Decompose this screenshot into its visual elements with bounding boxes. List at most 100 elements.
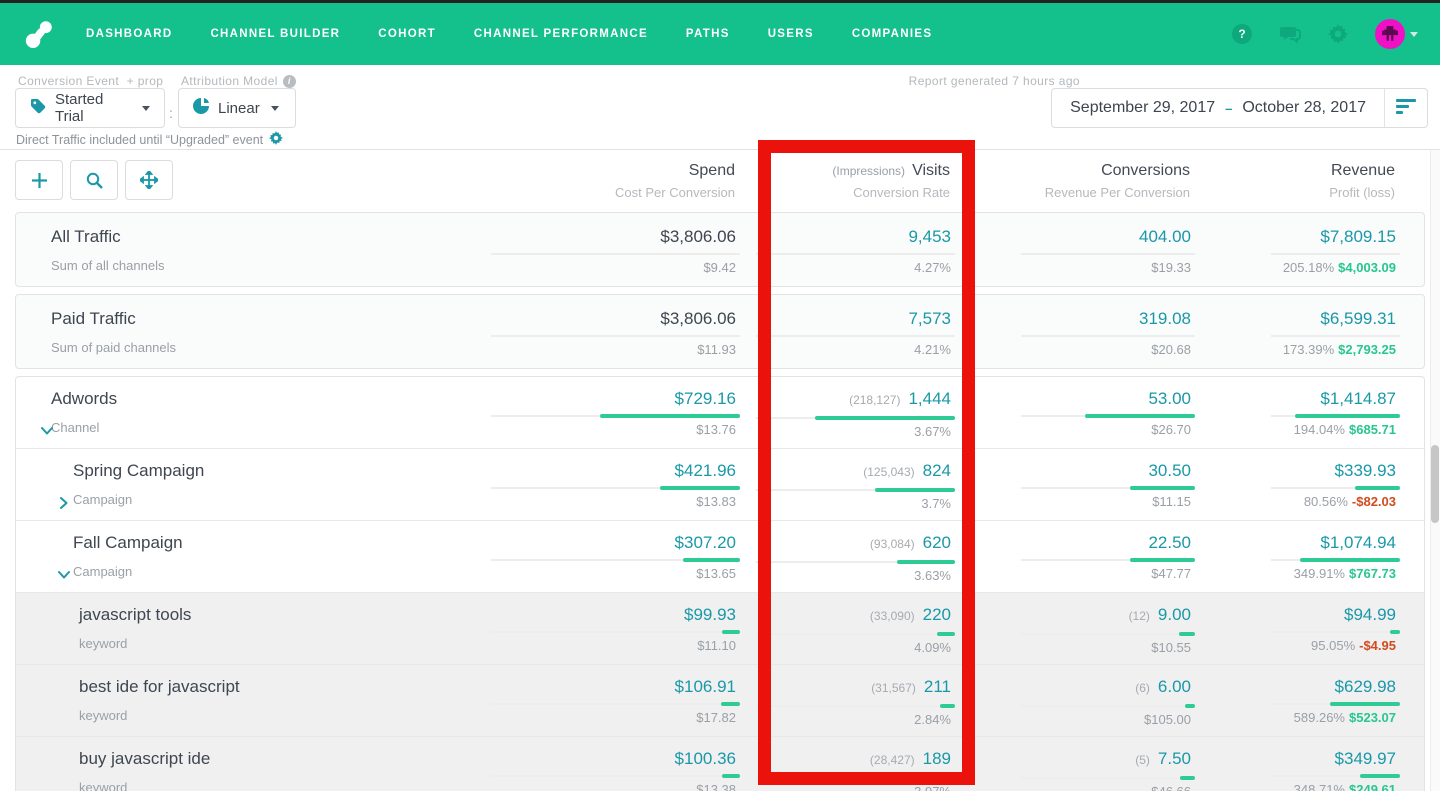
revenue-value-link[interactable]: $349.97 [1335,749,1396,768]
visits-mini-bar [897,560,955,564]
row-subtitle: Sum of paid channels [51,340,436,355]
row-subtitle: keyword [79,636,436,651]
conversions-value-link[interactable]: 22.50 [1148,533,1191,552]
row-title: All Traffic [51,226,436,247]
spend-value-link[interactable]: $729.16 [675,389,736,408]
row-title: best ide for javascript [79,676,436,697]
table-row: best ide for javascriptkeyword$106.91$17… [16,664,1424,736]
visits-cell: (33,090)2204.09% [736,604,951,655]
cell-divider [1021,559,1195,561]
revenue-mini-bar [1360,774,1400,778]
add-channel-button[interactable] [15,160,63,200]
revenue-value-link[interactable]: $629.98 [1335,677,1396,696]
column-header-conversions: Conversions Revenue Per Conversion [950,162,1190,200]
conversions-value-link[interactable]: 9.00 [1158,605,1191,624]
column-header-visits: (Impressions)Visits Conversion Rate [735,162,950,200]
date-filter-button[interactable] [1384,89,1427,127]
visits-value-link[interactable]: 620 [923,533,951,552]
nav-item-channel-builder[interactable]: CHANNEL BUILDER [210,28,340,40]
row-subtitle: keyword [79,780,436,791]
profit-value: -$82.03 [1352,494,1396,509]
date-separator: – [1225,101,1232,116]
chevron-down-icon[interactable] [41,424,53,436]
visits-value-link[interactable]: 189 [923,749,951,768]
visits-secondary-value: (33,090) [870,609,915,623]
conversions-sub-value: $20.68 [951,342,1191,357]
visits-mini-bar [941,776,955,780]
nav-item-companies[interactable]: COMPANIES [852,28,933,40]
visits-value-link[interactable]: 1,444 [908,389,951,408]
conversions-cell: (6)6.00$105.00 [951,676,1191,727]
direct-traffic-note: Direct Traffic included until “Upgraded”… [16,131,283,148]
spend-value-link[interactable]: $100.36 [675,749,736,768]
nav-items: DASHBOARD CHANNEL BUILDER COHORT CHANNEL PE… [86,28,932,40]
revenue-value-link[interactable]: $339.93 [1335,461,1396,480]
revenue-sub-value: 80.56%-$82.03 [1191,494,1396,509]
revenue-value-link[interactable]: $94.99 [1344,605,1396,624]
revenue-cell: $339.93 80.56%-$82.03 [1191,460,1396,511]
conversions-mini-bar [1180,776,1195,780]
nav-item-dashboard[interactable]: DASHBOARD [86,28,172,40]
conversions-sub-value: $47.77 [951,566,1191,581]
cell-divider [1021,253,1195,255]
messages-icon[interactable] [1279,23,1301,45]
conversions-value-link[interactable]: 404.00 [1139,227,1191,246]
move-button[interactable] [125,160,173,200]
spend-value-link[interactable]: $99.93 [684,605,736,624]
cell-divider [491,415,740,417]
profit-value: -$4.95 [1359,638,1396,653]
conversions-value-link[interactable]: 30.50 [1148,461,1191,480]
cell-divider [1021,487,1195,489]
revenue-value-link[interactable]: $1,074.94 [1320,533,1396,552]
chevron-down-icon[interactable] [58,568,70,580]
visits-value-link[interactable]: 824 [923,461,951,480]
spend-value-link[interactable]: $421.96 [675,461,736,480]
conversions-cell: 30.50$11.15 [951,460,1191,511]
spend-sub-value: $13.83 [436,494,736,509]
nav-item-channel-performance[interactable]: CHANNEL PERFORMANCE [474,28,648,40]
chevron-right-icon[interactable] [58,496,70,508]
spend-value-link[interactable]: $106.91 [675,677,736,696]
visits-secondary-value: (125,043) [863,465,914,479]
row-title: javascript tools [79,604,436,625]
revenue-value-link[interactable]: $6,599.31 [1320,309,1396,328]
scrollbar-thumb[interactable] [1431,445,1439,523]
nav-item-cohort[interactable]: COHORT [378,28,436,40]
revenue-mini-bar [1300,558,1400,562]
visits-value-link[interactable]: 9,453 [908,227,951,246]
conversions-value-link[interactable]: 53.00 [1148,389,1191,408]
info-icon[interactable]: i [283,75,296,88]
conversions-value-link[interactable]: 319.08 [1139,309,1191,328]
revenue-sub-value: 173.39%$2,793.25 [1191,342,1396,357]
nav-item-users[interactable]: USERS [768,28,814,40]
cell-divider [756,561,955,563]
help-icon[interactable]: ? [1231,23,1253,45]
revenue-value-link[interactable]: $7,809.15 [1320,227,1396,246]
revenue-value-link[interactable]: $1,414.87 [1320,389,1396,408]
spend-value-link[interactable]: $307.20 [675,533,736,552]
spend-cell: $421.96 $13.83 [436,460,736,511]
add-prop-link[interactable]: + prop [127,74,164,88]
conversions-cell: 319.08 $20.68 [951,308,1191,357]
cell-divider [491,559,740,561]
settings-icon[interactable] [1327,23,1349,45]
visits-mini-bar [937,632,955,636]
date-range-picker[interactable]: September 29, 2017 – October 28, 2017 [1051,88,1428,128]
attribution-model-select[interactable]: Linear [178,88,296,128]
gear-icon[interactable] [269,131,283,148]
visits-cell: (28,427)1893.97% [736,748,951,791]
visits-value-link[interactable]: 211 [924,677,951,696]
visits-cell: (93,084)6203.63% [736,532,951,583]
user-menu[interactable] [1375,19,1418,49]
conversions-value-link[interactable]: 7.50 [1158,749,1191,768]
attribution-logo[interactable] [22,17,56,51]
visits-secondary-value: (31,567) [871,681,916,695]
cell-divider [491,335,740,337]
nav-item-paths[interactable]: PATHS [686,28,730,40]
search-button[interactable] [70,160,118,200]
row-subtitle: Channel [51,420,436,435]
visits-value-link[interactable]: 220 [923,605,951,624]
conversion-event-select[interactable]: Started Trial [15,88,165,128]
conversions-value-link[interactable]: 6.00 [1158,677,1191,696]
visits-value-link[interactable]: 7,573 [908,309,951,328]
